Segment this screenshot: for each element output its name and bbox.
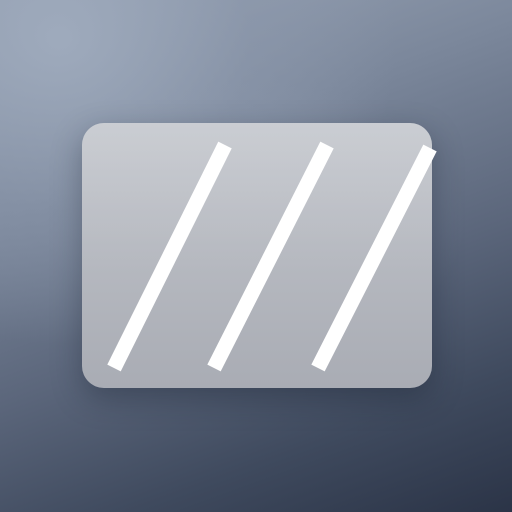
app-icon: [0, 0, 512, 512]
card-shine: [82, 123, 432, 388]
card-shape: [82, 123, 432, 388]
